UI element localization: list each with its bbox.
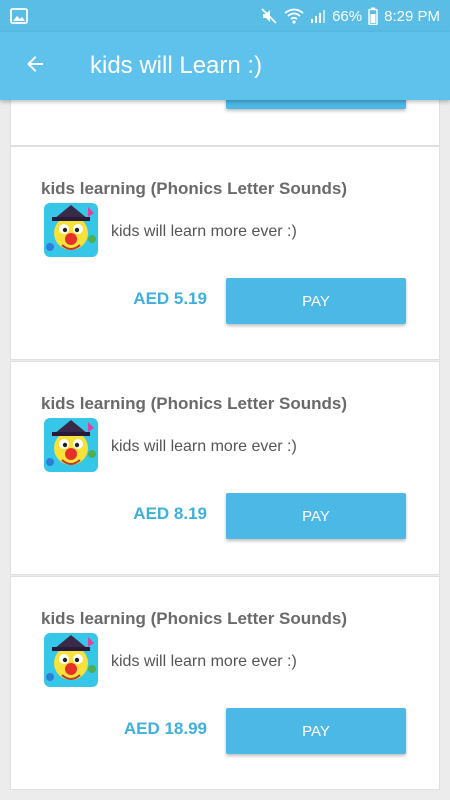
item-price: AED 8.19 <box>133 504 207 523</box>
item-price: AED 18.99 <box>123 719 207 738</box>
pay-button[interactable]: PAY <box>226 493 406 539</box>
app-bar: kids will Learn :) <box>0 32 450 100</box>
pay-button[interactable]: PAY <box>226 708 406 754</box>
clock: 8:29 PM <box>384 7 440 25</box>
status-bar: 66% 8:29 PM <box>0 0 450 32</box>
product-list[interactable]: kids learning (Phonics Letter Sounds) ki… <box>0 100 450 800</box>
list-item: kids learning (Phonics Letter Sounds) ki… <box>10 576 440 790</box>
item-price: AED 5.19 <box>133 289 207 308</box>
item-description: kids will learn more ever :) <box>111 223 297 240</box>
gallery-notification-icon <box>10 8 28 24</box>
item-title: kids learning (Phonics Letter Sounds) <box>41 179 348 198</box>
list-item: kids learning (Phonics Letter Sounds) ki… <box>10 146 440 360</box>
app-icon <box>44 418 98 472</box>
item-description: kids will learn more ever :) <box>111 438 297 455</box>
item-description: kids will learn more ever :) <box>111 653 297 670</box>
wifi-icon <box>284 8 304 24</box>
signal-icon <box>310 8 326 24</box>
arrow-back-icon <box>23 52 47 81</box>
app-icon <box>44 633 98 687</box>
list-item: kids learning (Phonics Letter Sounds) ki… <box>10 361 440 575</box>
app-icon <box>44 203 98 257</box>
battery-icon <box>368 7 378 25</box>
back-button[interactable] <box>0 32 70 100</box>
pay-button[interactable]: PAY <box>226 278 406 324</box>
battery-percent: 66% <box>332 7 363 25</box>
item-title: kids learning (Phonics Letter Sounds) <box>41 394 348 413</box>
pay-button[interactable] <box>226 100 406 109</box>
mute-icon <box>260 7 278 25</box>
list-item <box>10 100 440 146</box>
page-title: kids will Learn :) <box>90 52 263 79</box>
item-title: kids learning (Phonics Letter Sounds) <box>41 609 348 628</box>
